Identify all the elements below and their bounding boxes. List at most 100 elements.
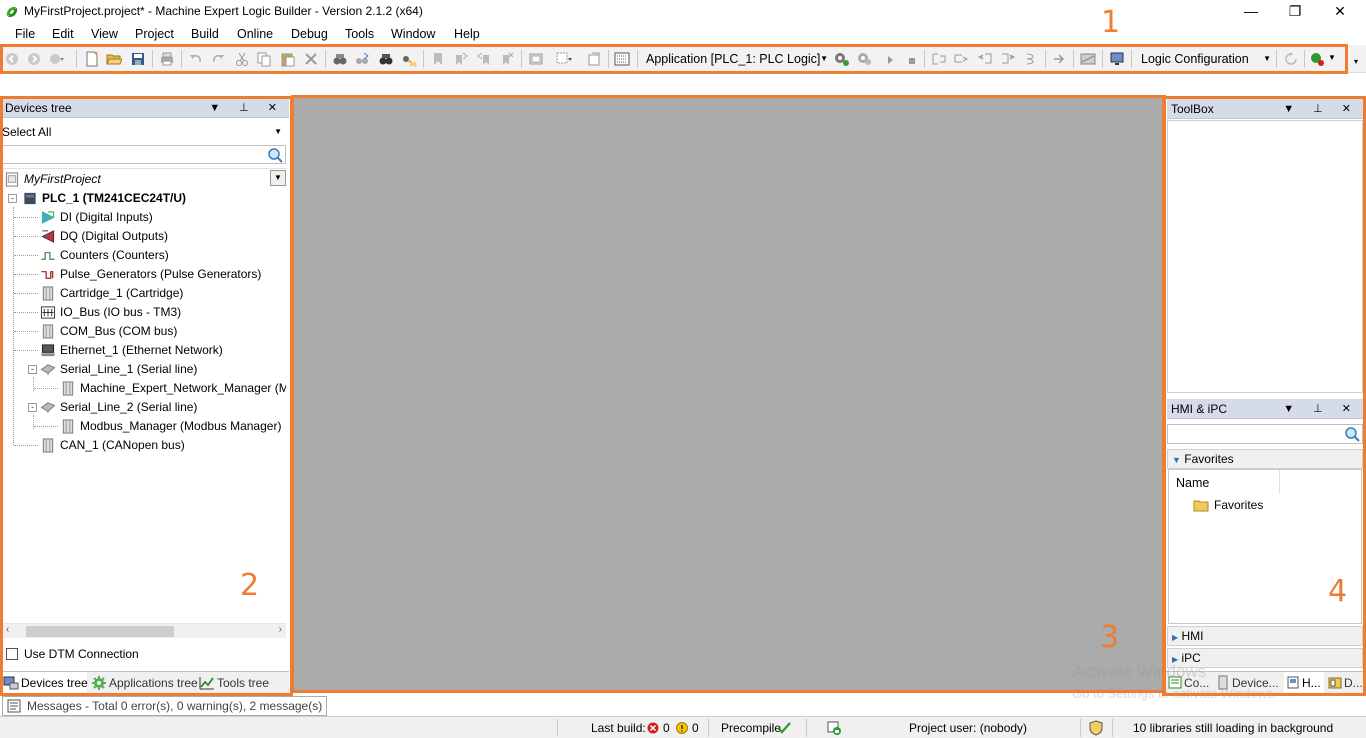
window-title: MyFirstProject.project* - Machine Expert… (24, 4, 423, 18)
dtm-checkbox[interactable] (6, 648, 18, 660)
paste-icon[interactable] (280, 51, 296, 67)
name-column-header[interactable]: Name (1176, 476, 1209, 490)
scrollbar-thumb[interactable] (26, 626, 174, 637)
minimize-button[interactable]: — (1233, 2, 1269, 22)
undo-icon[interactable] (188, 51, 204, 67)
find-replace-icon[interactable] (378, 51, 394, 67)
open-project-icon[interactable] (106, 51, 122, 67)
annotation-number-2: 2 (240, 568, 260, 603)
module-icon (42, 438, 54, 453)
error-icon (647, 722, 659, 734)
scroll-left-icon[interactable]: ‹ (6, 624, 9, 635)
chevron-down-icon[interactable]: ▼ (1328, 53, 1336, 62)
project-user: Project user: (nobody) (909, 721, 1028, 735)
copy-icon[interactable] (256, 51, 272, 67)
menu-debug[interactable]: Debug (291, 27, 328, 41)
tab-applications-tree[interactable]: Applications tree (89, 672, 198, 694)
hmi-section-header[interactable]: ▶ HMI (1167, 626, 1363, 646)
plc-icon (24, 192, 36, 205)
stop-icon[interactable] (904, 51, 920, 67)
show-next-statement-icon[interactable] (1051, 51, 1067, 67)
redo-icon[interactable] (210, 51, 226, 67)
bookmark-icon[interactable] (430, 51, 446, 67)
last-build-label: Last build: (591, 721, 646, 735)
application-combo[interactable]: Application [PLC_1: PLC Logic] ▼ (642, 49, 830, 69)
step-out-icon[interactable] (1000, 51, 1016, 67)
menu-edit[interactable]: Edit (52, 27, 74, 41)
devices-search-input[interactable] (2, 145, 286, 164)
refresh-icon[interactable] (1283, 51, 1299, 67)
delete-icon[interactable] (303, 51, 319, 67)
next-bookmark-icon[interactable] (453, 51, 469, 67)
controller-status-icon[interactable] (1310, 51, 1326, 67)
tab-label: D... (1344, 676, 1363, 690)
panel-controls[interactable]: ▼ ⊥ ✕ (1283, 399, 1359, 419)
search-icon[interactable] (267, 147, 283, 163)
clear-bookmarks-icon[interactable] (499, 51, 515, 67)
scroll-right-icon[interactable]: › (279, 624, 282, 635)
collapse-icon[interactable]: - (8, 194, 17, 203)
simulation-icon[interactable] (1080, 51, 1096, 67)
panel-controls[interactable]: ▼ ⊥ ✕ (1283, 99, 1359, 119)
devices-tree: MyFirstProject - PLC_1 (TM241CEC24T/U) D… (2, 168, 286, 623)
find-icon[interactable] (332, 51, 348, 67)
online-login-icon[interactable] (834, 51, 850, 67)
favorites-folder-label[interactable]: Favorites (1214, 498, 1263, 512)
step-into-icon[interactable] (977, 51, 993, 67)
insert-object-icon[interactable] (586, 51, 602, 67)
online-logout-icon[interactable] (856, 51, 872, 67)
toolbar-overflow-icon[interactable]: ▾ (1354, 57, 1358, 66)
close-window-button[interactable]: ✕ (1322, 2, 1358, 22)
menu-online[interactable]: Online (237, 27, 273, 41)
menu-window[interactable]: Window (391, 27, 435, 41)
monitor-icon[interactable] (1109, 51, 1125, 67)
breakpoint-icon[interactable] (930, 51, 946, 67)
cut-icon[interactable] (234, 51, 250, 67)
tab-devices-tree[interactable]: Devices tree (1, 672, 88, 694)
configuration-combo[interactable]: Logic Configuration ▼ (1137, 49, 1273, 69)
insert-dropdown-icon[interactable] (556, 51, 572, 67)
hmi-search-input[interactable] (1167, 424, 1363, 444)
step-over-icon[interactable] (953, 51, 969, 67)
menu-file[interactable]: File (15, 27, 35, 41)
menu-help[interactable]: Help (454, 27, 480, 41)
menu-build[interactable]: Build (191, 27, 219, 41)
save-icon[interactable] (130, 51, 146, 67)
tab-tools-tree[interactable]: Tools tree (197, 672, 289, 694)
build-icon[interactable] (528, 51, 544, 67)
collapse-icon[interactable]: - (28, 403, 37, 412)
ethernet-icon (41, 344, 55, 357)
run-icon[interactable] (882, 51, 898, 67)
tab-hmi-ipc[interactable]: H... (1284, 672, 1324, 694)
find-next-icon[interactable] (354, 51, 370, 67)
forward-icon[interactable] (26, 51, 42, 67)
replace-icon[interactable] (401, 51, 417, 67)
editor-workspace[interactable] (292, 97, 1162, 693)
back-icon[interactable] (4, 51, 20, 67)
horizontal-scrollbar[interactable]: ‹ › (2, 623, 286, 638)
expand-right-icon: ▶ (1172, 633, 1179, 642)
print-icon[interactable] (159, 51, 175, 67)
previous-bookmark-icon[interactable] (476, 51, 492, 67)
run-to-cursor-icon[interactable] (1023, 51, 1039, 67)
annotation-number-1: 1 (1101, 5, 1121, 40)
toolbox-title: ToolBox (1171, 102, 1214, 116)
restore-button[interactable]: ❐ (1277, 2, 1313, 22)
search-icon[interactable] (1344, 426, 1360, 442)
device-filter-select[interactable]: Select All ▼ (2, 123, 286, 141)
tab-label: Tools tree (217, 676, 270, 690)
tab-dtm[interactable]: D... (1326, 672, 1364, 694)
login-icon[interactable] (614, 51, 630, 67)
history-dropdown-icon[interactable] (48, 51, 64, 67)
menu-project[interactable]: Project (135, 27, 174, 41)
panel-controls[interactable]: ▼ ⊥ ✕ (209, 98, 285, 118)
user-lock-icon[interactable] (826, 720, 842, 736)
tree-dropdown-button[interactable]: ▼ (270, 170, 286, 186)
serial-line-icon (40, 402, 56, 414)
menu-view[interactable]: View (91, 27, 118, 41)
collapse-icon[interactable]: - (28, 365, 37, 374)
favorites-section-header[interactable]: ▼ Favorites (1167, 449, 1363, 469)
menu-tools[interactable]: Tools (345, 27, 374, 41)
new-project-icon[interactable] (84, 51, 100, 67)
messages-tab[interactable]: Messages - Total 0 error(s), 0 warning(s… (2, 696, 328, 716)
